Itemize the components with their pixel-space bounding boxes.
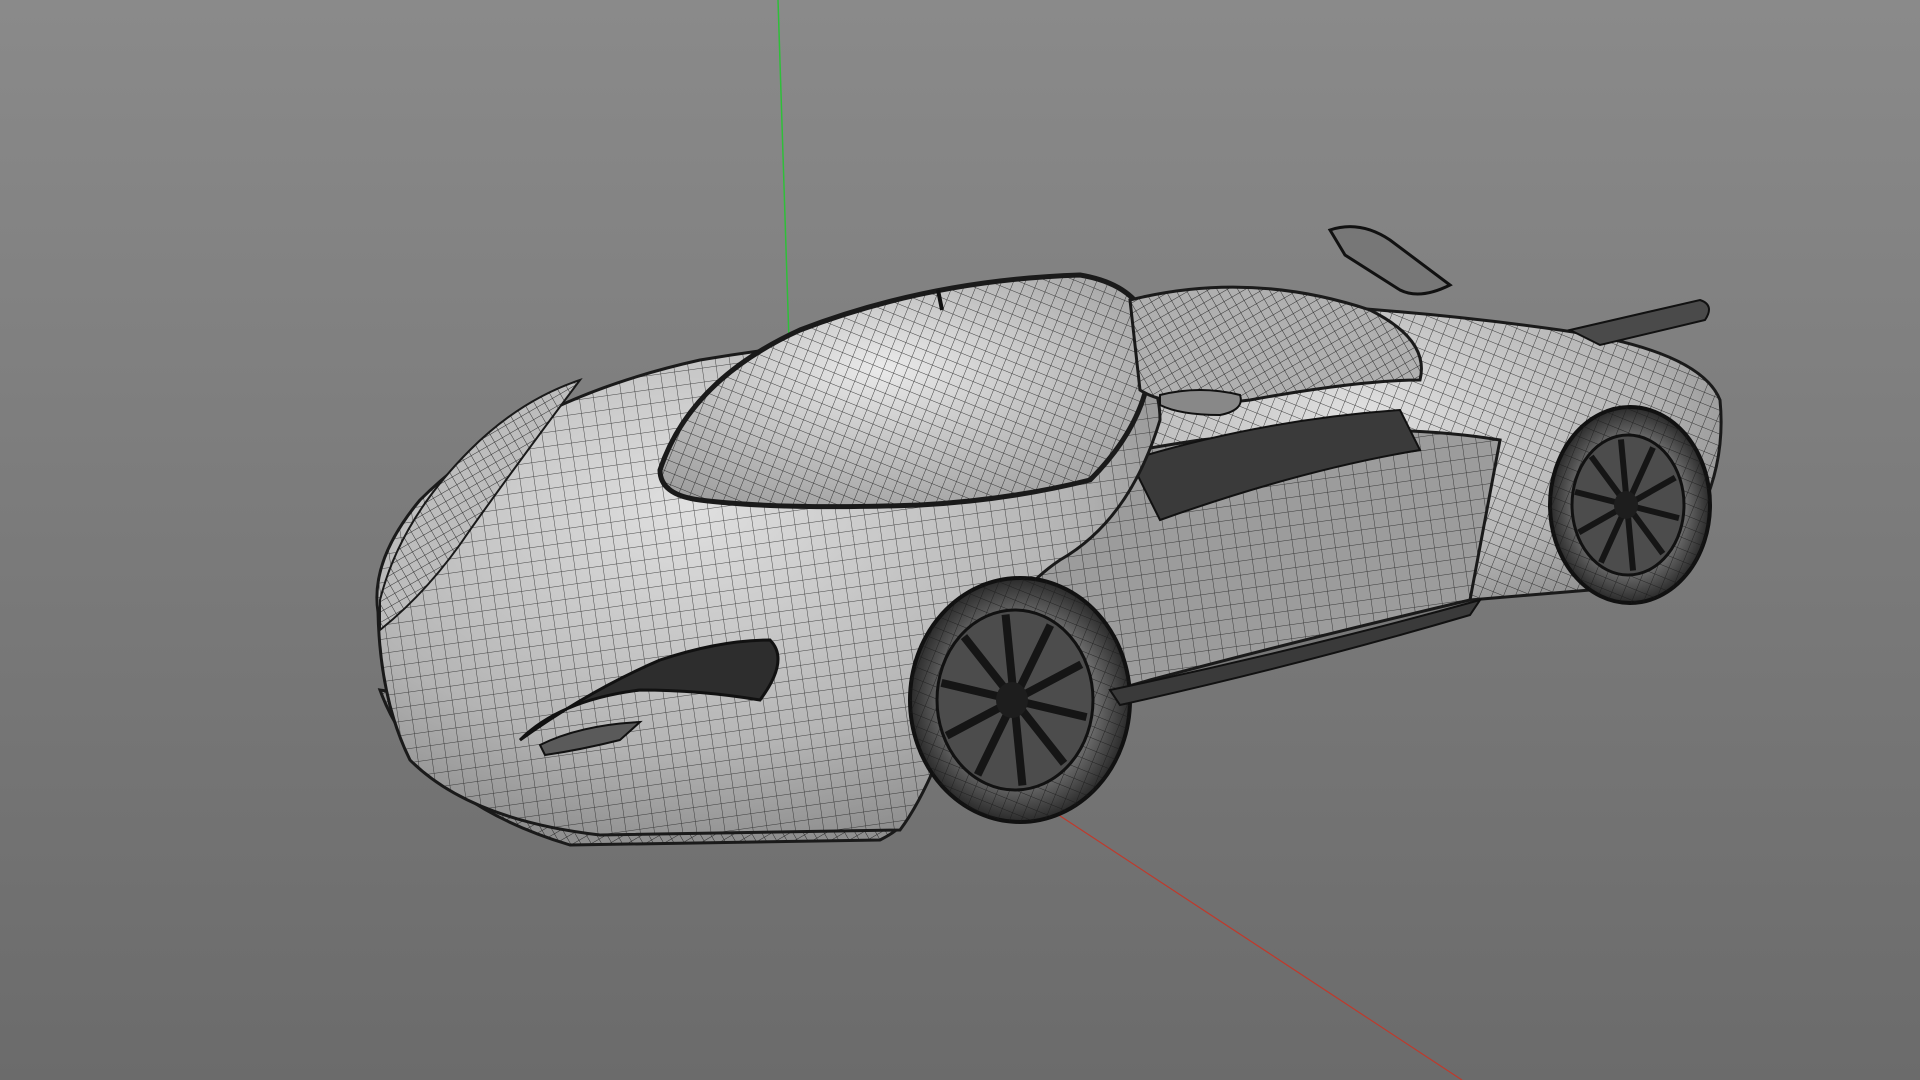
viewport-scene <box>375 0 1723 1080</box>
3d-viewport[interactable] <box>0 0 1920 1080</box>
roof-scoop <box>1327 225 1453 296</box>
front-wheel <box>908 576 1132 824</box>
x-axis-line <box>1047 807 1463 1080</box>
car-wireframe-model[interactable] <box>375 225 1723 847</box>
y-axis-line <box>777 0 791 373</box>
rear-wheel <box>1548 405 1712 605</box>
rear-wing <box>1567 298 1710 347</box>
